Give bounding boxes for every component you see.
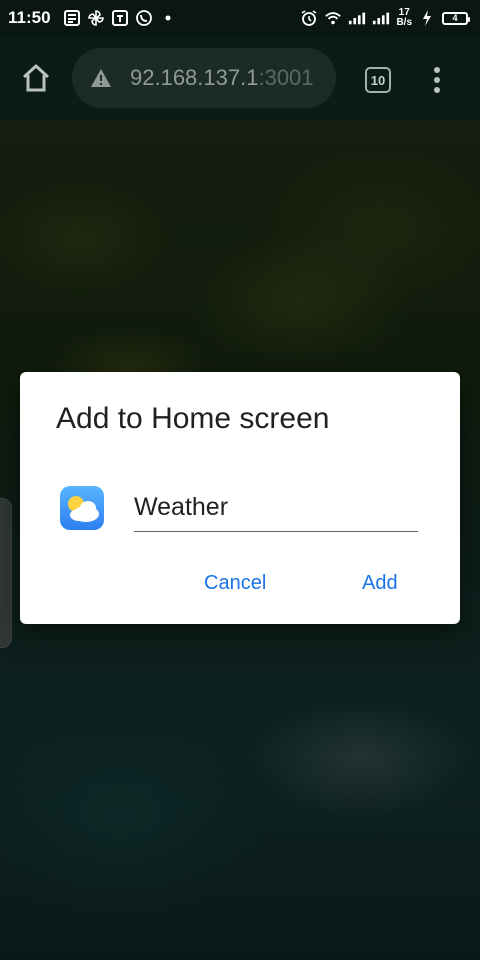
- speed-unit: B/s: [396, 17, 412, 28]
- alarm-icon: [300, 9, 318, 27]
- url-host: 92.168.137.1: [130, 65, 259, 90]
- status-time: 11:50: [8, 8, 51, 27]
- home-icon[interactable]: [18, 60, 54, 96]
- address-bar[interactable]: 92.168.137.1:3001: [72, 48, 336, 108]
- wifi-icon: [324, 9, 342, 27]
- pinwheel-icon: [87, 9, 105, 27]
- tab-switcher-button[interactable]: 10: [365, 67, 391, 93]
- url-port: :3001: [258, 65, 314, 90]
- charging-icon: [418, 9, 436, 27]
- add-to-home-dialog: Add to Home screen Cancel Add: [20, 372, 460, 624]
- add-button[interactable]: Add: [362, 572, 398, 595]
- more-notifications-icon: [159, 9, 177, 27]
- system-icons: 17 B/s 4: [300, 8, 470, 28]
- tab-count: 10: [370, 72, 386, 88]
- cancel-button[interactable]: Cancel: [204, 572, 266, 595]
- app-name-input[interactable]: [134, 484, 418, 532]
- more-menu-icon[interactable]: [430, 66, 444, 94]
- news-icon: [63, 9, 81, 27]
- battery-level: 4: [452, 13, 458, 23]
- notification-icons: [63, 9, 177, 27]
- dialog-title: Add to Home screen: [56, 402, 330, 435]
- whatsapp-icon: [135, 9, 153, 27]
- battery-icon: 4: [442, 11, 470, 25]
- warning-icon[interactable]: [90, 68, 112, 88]
- network-speed: 17 B/s: [396, 8, 412, 28]
- signal-icon-2: [372, 9, 390, 27]
- signal-icon-1: [348, 9, 366, 27]
- weather-app-icon: [60, 486, 104, 530]
- storage-icon: [111, 9, 129, 27]
- status-bar: 11:50 17 B/s 4: [0, 0, 480, 36]
- browser-toolbar: 92.168.137.1:3001 10: [0, 36, 480, 120]
